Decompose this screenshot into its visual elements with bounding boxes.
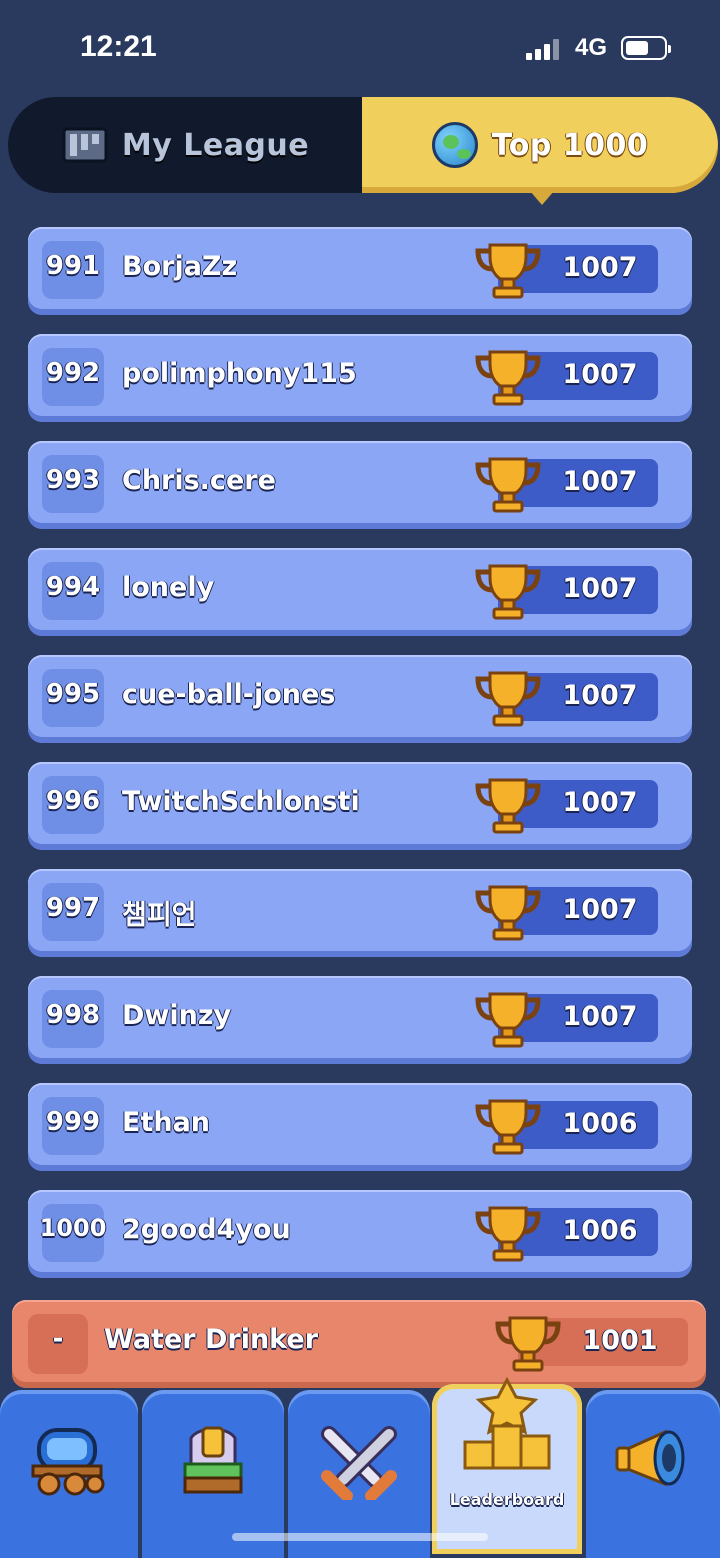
tab-my-league[interactable]: My League [8, 97, 363, 193]
nav-leaderboard-label: Leaderboard [449, 1490, 565, 1509]
trophy-icon [475, 778, 541, 834]
podium-star-icon [463, 1376, 551, 1470]
rank-number: 991 [45, 251, 101, 281]
trophy-count: 1007 [562, 787, 638, 818]
player-name: BorjaZz [122, 251, 238, 282]
trophy-count: 1007 [562, 252, 638, 283]
tab-top-1000[interactable]: Top 1000 [362, 97, 718, 205]
trophy-count: 1006 [562, 1108, 638, 1139]
player-name: 2good4you [122, 1214, 291, 1245]
rank-number: 998 [45, 1000, 101, 1030]
player-name: lonely [122, 572, 215, 603]
league-icon [62, 125, 108, 165]
home-indicator [232, 1533, 488, 1541]
nav-leaderboard[interactable]: Leaderboard [432, 1376, 582, 1554]
trophy-count: 1007 [562, 894, 638, 925]
rank-number: 996 [45, 786, 101, 816]
trophy-icon [475, 457, 541, 513]
trophy-count: 1007 [562, 1001, 638, 1032]
trophy-count: 1007 [562, 573, 638, 604]
rank-number: - [52, 1324, 64, 1354]
leaderboard-row[interactable]: 996 TwitchSchlonsti 1007 [28, 762, 692, 850]
megaphone-icon [615, 1429, 685, 1487]
wagon-icon [31, 1428, 105, 1496]
signal-icon [526, 38, 562, 60]
crossed-swords-icon [321, 1426, 397, 1500]
rank-number: 997 [45, 893, 101, 923]
trophy-icon [475, 1099, 541, 1155]
rank-number: 1000 [39, 1214, 107, 1242]
tab-my-league-label: My League [121, 127, 310, 163]
leaderboard-row[interactable]: 997 챔피언 1007 [28, 869, 692, 957]
tab-top-1000-label: Top 1000 [491, 127, 649, 163]
nav-shop[interactable] [0, 1390, 138, 1558]
trophy-count: 1006 [562, 1215, 638, 1246]
trophy-count: 1007 [562, 680, 638, 711]
trophy-icon [475, 564, 541, 620]
rank-number: 995 [45, 679, 101, 709]
status-time: 12:21 [80, 30, 157, 63]
battery-icon [621, 36, 671, 60]
player-name: 챔피언 [122, 900, 197, 931]
trophy-icon [475, 671, 541, 727]
trophy-icon [475, 243, 541, 299]
trophy-icon [475, 992, 541, 1048]
globe-icon [431, 122, 478, 168]
player-name: Ethan [122, 1107, 211, 1138]
league-tabs: My League Top 1000 [8, 97, 718, 205]
player-name: TwitchSchlonsti [122, 786, 360, 817]
leaderboard-row[interactable]: 994 lonely 1007 [28, 548, 692, 636]
player-name: Water Drinker [104, 1324, 319, 1355]
trophy-icon [475, 885, 541, 941]
player-name: cue-ball-jones [122, 679, 336, 710]
castle-icon [183, 1426, 243, 1494]
trophy-icon [495, 1316, 561, 1372]
trophy-count: 1007 [562, 359, 638, 390]
player-name: Chris.cere [122, 465, 276, 496]
rank-number: 992 [45, 358, 101, 388]
status-bar: 12:21 4G [0, 0, 720, 90]
trophy-count: 1007 [562, 466, 638, 497]
leaderboard-row[interactable]: 995 cue-ball-jones 1007 [28, 655, 692, 743]
trophy-icon [475, 350, 541, 406]
leaderboard-row[interactable]: 1000 2good4you 1006 [28, 1190, 692, 1278]
rank-number: 999 [45, 1107, 101, 1137]
leaderboard-row[interactable]: 999 Ethan 1006 [28, 1083, 692, 1171]
leaderboard-row[interactable]: 998 Dwinzy 1007 [28, 976, 692, 1064]
nav-news[interactable] [586, 1390, 720, 1558]
leaderboard-row[interactable]: 992 polimphony115 1007 [28, 334, 692, 422]
player-name: polimphony115 [122, 358, 357, 389]
rank-number: 993 [45, 465, 101, 495]
player-name: Dwinzy [122, 1000, 232, 1031]
trophy-count: 1001 [582, 1325, 658, 1356]
network-label: 4G [575, 34, 608, 61]
current-player-row[interactable]: - Water Drinker 1001 [12, 1300, 706, 1388]
leaderboard-row[interactable]: 991 BorjaZz 1007 [28, 227, 692, 315]
rank-number: 994 [45, 572, 101, 602]
leaderboard-row[interactable]: 993 Chris.cere 1007 [28, 441, 692, 529]
trophy-icon [475, 1206, 541, 1262]
